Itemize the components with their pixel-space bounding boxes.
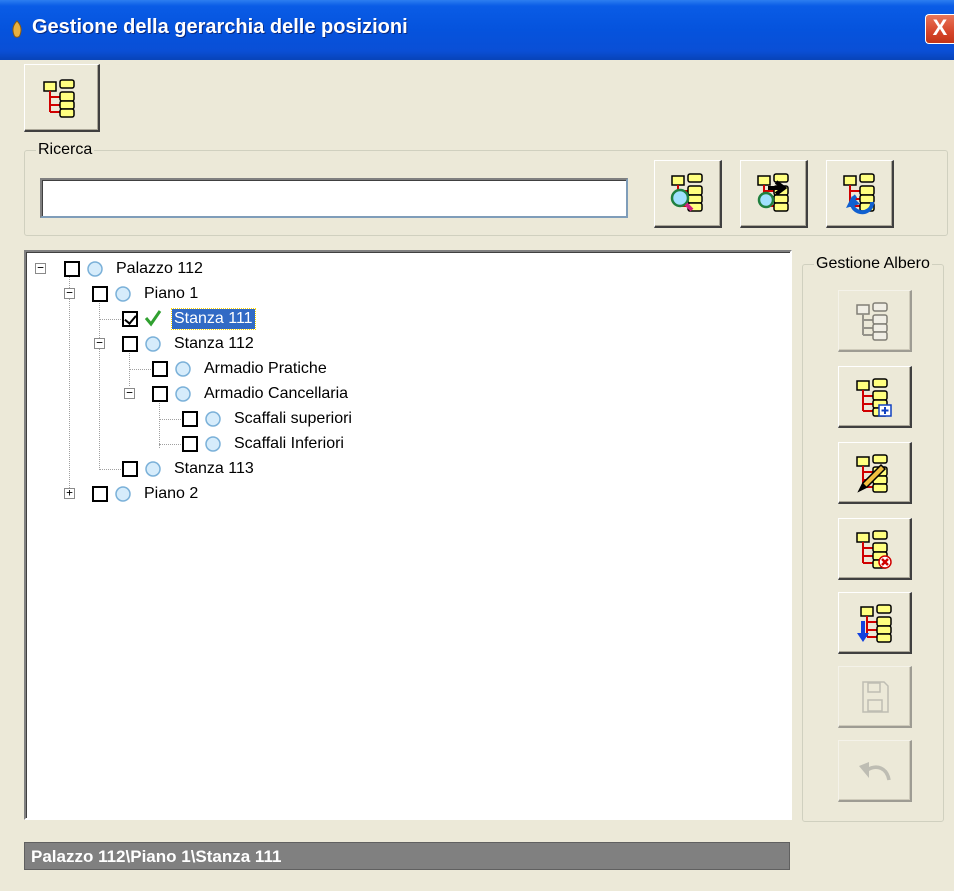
save-icon — [861, 680, 889, 713]
node-checkbox[interactable] — [92, 286, 108, 302]
close-button[interactable]: X — [925, 14, 954, 44]
tree-management-label: Gestione Albero — [814, 255, 932, 273]
search-next-button[interactable] — [740, 160, 808, 228]
tree-node-armadio-pratiche[interactable]: Armadio Pratiche — [26, 358, 426, 380]
location-icon — [115, 286, 131, 302]
search-button[interactable] — [654, 160, 722, 228]
search-reset-icon — [842, 172, 875, 214]
location-icon — [145, 336, 161, 352]
tree-node-stanza-112[interactable]: − Stanza 112 — [26, 333, 426, 355]
tree-node-label: Stanza 113 — [174, 460, 254, 477]
folder-tree-icon — [42, 78, 82, 118]
tree-node-label-selected: Stanza 111 — [171, 308, 256, 330]
selected-path: Palazzo 112\Piano 1\Stanza 111 — [24, 842, 790, 870]
tree-node-armadio-cancellaria[interactable]: − Armadio Cancellaria — [26, 383, 426, 405]
tree-delete-node-icon — [855, 529, 892, 569]
location-icon — [115, 486, 131, 502]
tree-node-label: Scaffali Inferiori — [234, 435, 344, 452]
tree-node-label: Stanza 112 — [174, 335, 254, 352]
delete-node-button[interactable] — [838, 518, 912, 580]
undo-icon — [858, 761, 891, 780]
search-input[interactable] — [40, 178, 628, 218]
tree-add-node-icon — [855, 377, 892, 417]
tree-node-scaffali-inferiori[interactable]: Scaffali Inferiori — [26, 433, 426, 455]
tree-node-label: Armadio Pratiche — [204, 360, 327, 377]
node-checkbox[interactable] — [152, 361, 168, 377]
tree-node-piano-2[interactable]: + Piano 2 — [26, 483, 426, 505]
location-icon — [175, 361, 191, 377]
collapse-icon[interactable]: − — [35, 262, 46, 274]
tree-expand-icon — [855, 301, 895, 341]
node-checkbox[interactable] — [182, 411, 198, 427]
search-group-label: Ricerca — [36, 141, 95, 159]
collapse-icon[interactable]: − — [64, 287, 75, 299]
search-next-icon — [756, 172, 789, 212]
tree-node-palazzo-112[interactable]: − Palazzo 112 — [26, 258, 426, 280]
collapse-icon[interactable]: − — [94, 337, 105, 349]
window-title: Gestione della gerarchia delle posizioni — [32, 16, 408, 38]
location-icon — [205, 436, 221, 452]
tree-node-label: Scaffali superiori — [234, 410, 352, 427]
node-checkbox[interactable] — [122, 461, 138, 477]
expand-icon[interactable]: + — [64, 487, 75, 499]
node-checkbox[interactable] — [122, 336, 138, 352]
tree-node-stanza-111[interactable]: Stanza 111 — [26, 308, 426, 330]
node-checkbox-checked[interactable] — [122, 311, 138, 327]
location-icon — [145, 461, 161, 477]
location-icon — [205, 411, 221, 427]
tree-move-down-icon — [856, 603, 895, 643]
location-tree[interactable]: − Palazzo 112 − Piano 1 Stanza 111 − Sta… — [24, 250, 792, 820]
node-checkbox[interactable] — [92, 486, 108, 502]
tree-node-piano-1[interactable]: − Piano 1 — [26, 283, 426, 305]
app-icon — [12, 20, 22, 38]
tree-edit-node-icon — [855, 453, 895, 493]
add-node-button[interactable] — [838, 366, 912, 428]
hierarchy-button[interactable] — [24, 64, 100, 132]
expand-tree-button[interactable] — [838, 290, 912, 352]
location-icon — [87, 261, 103, 277]
node-checkbox[interactable] — [182, 436, 198, 452]
edit-node-button[interactable] — [838, 442, 912, 504]
location-icon — [175, 386, 191, 402]
tree-node-label: Armadio Cancellaria — [204, 385, 349, 402]
node-checkbox[interactable] — [64, 261, 80, 277]
search-reset-button[interactable] — [826, 160, 894, 228]
search-tree-icon — [670, 172, 703, 212]
node-checkbox[interactable] — [152, 386, 168, 402]
title-bar[interactable]: Gestione della gerarchia delle posizioni… — [0, 0, 954, 60]
tree-node-label: Palazzo 112 — [116, 260, 203, 277]
checkmark-icon — [144, 310, 162, 327]
tree-node-label: Piano 2 — [144, 485, 199, 502]
collapse-icon[interactable]: − — [124, 387, 135, 399]
undo-button[interactable] — [838, 740, 912, 802]
move-node-button[interactable] — [838, 592, 912, 654]
tree-node-stanza-113[interactable]: Stanza 113 — [26, 458, 426, 480]
tree-node-scaffali-superiori[interactable]: Scaffali superiori — [26, 408, 426, 430]
tree-node-label: Piano 1 — [144, 285, 199, 302]
save-button[interactable] — [838, 666, 912, 728]
